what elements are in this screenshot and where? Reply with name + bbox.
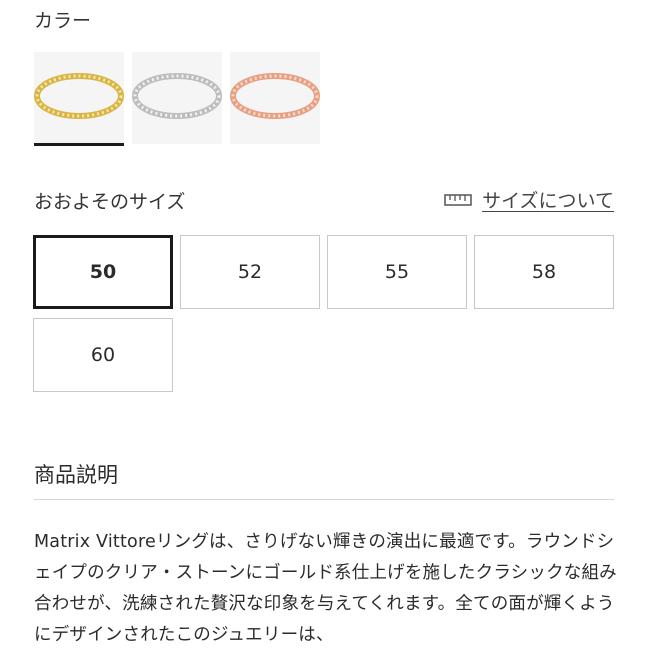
- size-guide-label: サイズについて: [482, 190, 614, 212]
- size-option-55[interactable]: 55: [327, 235, 467, 309]
- ring-gold-image: [34, 73, 124, 119]
- size-section-label: おおよそのサイズ: [34, 191, 186, 213]
- color-swatch-gold[interactable]: [34, 52, 124, 144]
- size-option-60[interactable]: 60: [33, 318, 173, 392]
- selected-swatch-indicator: [34, 143, 124, 146]
- color-swatch-silver[interactable]: [132, 52, 222, 144]
- size-guide-link[interactable]: サイズについて: [444, 186, 614, 213]
- size-option-50[interactable]: 50: [33, 235, 173, 309]
- ring-rose-gold-image: [230, 73, 320, 119]
- color-swatch-rose-gold[interactable]: [230, 52, 320, 144]
- size-option-52[interactable]: 52: [180, 235, 320, 309]
- color-section-label: カラー: [34, 10, 92, 32]
- description-divider: [34, 499, 614, 500]
- ring-silver-image: [132, 73, 222, 119]
- description-title: 商品説明: [34, 463, 118, 487]
- ruler-icon: [444, 193, 472, 206]
- description-text: Matrix Vittoreリングは、さりげない輝きの演出に最適です。ラウンドシ…: [34, 532, 617, 645]
- size-option-58[interactable]: 58: [474, 235, 614, 309]
